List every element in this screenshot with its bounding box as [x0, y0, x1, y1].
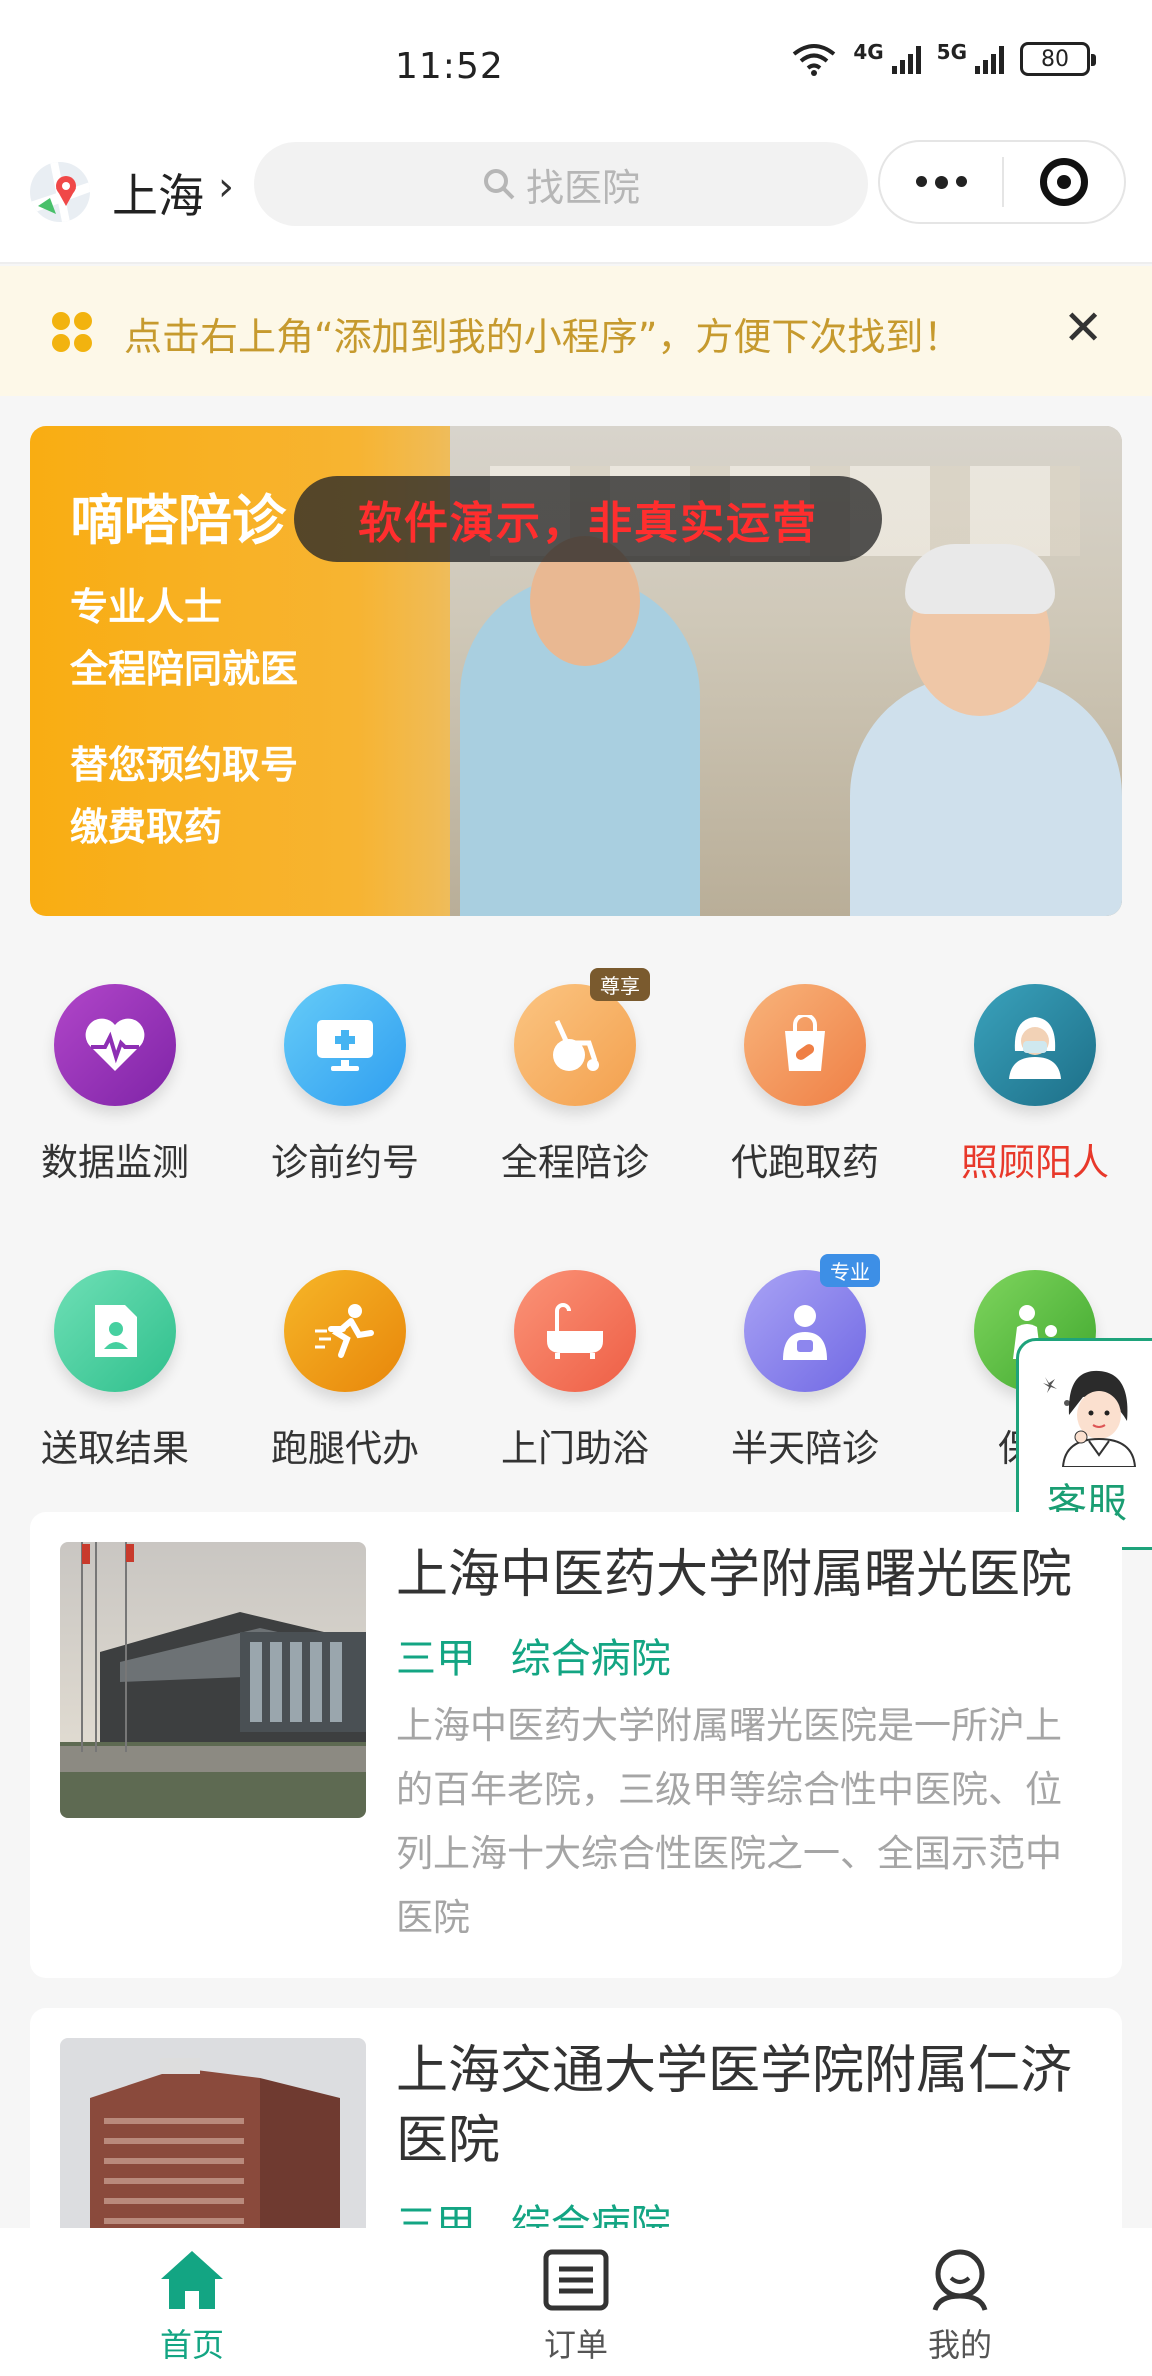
apps-grid-icon	[52, 312, 92, 352]
professional-tag: 专业	[820, 1254, 880, 1287]
service-appointment[interactable]: 诊前约号	[230, 984, 460, 1186]
service-label: 诊前约号	[271, 1141, 419, 1184]
map-location-icon[interactable]	[30, 162, 90, 222]
service-label: 跑腿代办	[271, 1427, 419, 1470]
banner-line: 专业人士	[70, 585, 223, 629]
hospital-level-tag: 三甲	[396, 1636, 476, 1682]
service-errand[interactable]: 跑腿代办	[230, 1270, 460, 1472]
target-close-icon	[1040, 158, 1088, 206]
service-label: 代跑取药	[731, 1141, 879, 1184]
heartbeat-icon	[54, 984, 176, 1106]
banner-line: 缴费取药	[70, 805, 223, 849]
tip-close-icon[interactable]: ✕	[1063, 304, 1103, 352]
report-icon	[54, 1270, 176, 1392]
hospital-card[interactable]: 上海中医药大学附属曙光医院 三甲 综合病院 上海中医药大学附属曙光医院是一所沪上…	[30, 1512, 1122, 1978]
search-input[interactable]: 找医院	[254, 142, 868, 226]
app-screen: 11:52 4G 5G 80 上海 › 找医院 点击右上角“添加到我的小程序”，…	[0, 0, 1152, 2376]
service-report-delivery[interactable]: 送取结果	[0, 1270, 230, 1472]
demo-watermark: 软件演示，非真实运营	[294, 476, 882, 562]
premium-tag: 尊享	[590, 968, 650, 1001]
search-placeholder: 找医院	[525, 165, 640, 210]
chevron-right-icon[interactable]: ›	[218, 164, 234, 210]
network-4g-label: 4G	[853, 40, 884, 64]
service-half-day[interactable]: 专业 半天陪诊	[690, 1254, 920, 1472]
runner-icon	[284, 1270, 406, 1392]
wifi-icon	[793, 44, 836, 76]
tab-orders[interactable]: 订单	[476, 2228, 676, 2366]
service-label: 半天陪诊	[731, 1427, 879, 1470]
battery-icon: 80	[1020, 42, 1096, 76]
hospital-tags: 三甲 综合病院	[396, 1626, 693, 1684]
tab-label: 我的	[927, 2326, 992, 2364]
service-care-patient[interactable]: 照顾阳人	[920, 984, 1150, 1186]
tip-text: 点击右上角“添加到我的小程序”，方便下次找到！	[124, 315, 962, 359]
service-label: 数据监测	[41, 1141, 189, 1184]
service-label: 照顾阳人	[961, 1141, 1109, 1184]
customer-service-agent-icon	[1043, 1370, 1137, 1467]
user-profile-icon	[925, 2246, 995, 2314]
service-label: 送取结果	[41, 1427, 189, 1470]
tab-label: 订单	[543, 2326, 608, 2364]
search-icon	[483, 169, 515, 200]
miniprogram-capsule	[878, 140, 1126, 224]
hospital-name: 上海交通大学医学院附属仁济医院	[396, 2041, 1073, 2171]
signal-5g-icon	[975, 44, 1004, 74]
patient-icon	[744, 1270, 866, 1392]
signal-4g-icon	[891, 44, 921, 74]
nurse-icon	[974, 984, 1096, 1106]
close-miniprogram-button[interactable]	[1004, 158, 1124, 206]
service-medicine-pickup[interactable]: 代跑取药	[690, 984, 920, 1186]
medicine-bag-icon	[744, 984, 866, 1106]
tab-label: 首页	[159, 2326, 224, 2364]
wheelchair-icon	[514, 984, 636, 1106]
service-label: 上门助浴	[501, 1427, 649, 1470]
city-selector[interactable]: 上海	[112, 160, 204, 226]
bottom-tab-bar: 首页 订单 我的	[0, 2228, 1152, 2376]
tab-mine[interactable]: 我的	[860, 2228, 1060, 2366]
promo-banner[interactable]: 嘀嗒陪诊 专业人士 全程陪同就医 替您预约取号 缴费取药 软件演示，非真实运营	[30, 426, 1122, 916]
banner-elder-hair	[905, 544, 1055, 614]
home-icon	[157, 2246, 227, 2314]
status-icons: 4G 5G 80	[791, 40, 1096, 76]
monitor-icon	[284, 984, 406, 1106]
tab-home[interactable]: 首页	[92, 2228, 292, 2366]
order-list-icon	[541, 2246, 611, 2314]
bathtub-icon	[514, 1270, 636, 1392]
hospital-photo	[60, 1542, 366, 1818]
network-5g-label: 5G	[936, 40, 967, 64]
status-bar: 11:52 4G 5G 80	[0, 0, 1152, 138]
banner-title: 嘀嗒陪诊	[70, 489, 286, 552]
banner-line: 全程陪同就医	[70, 647, 299, 691]
hospital-name: 上海中医药大学附属曙光医院	[396, 1545, 1073, 1605]
service-data-monitor[interactable]: 数据监测	[0, 984, 230, 1186]
service-full-escort[interactable]: 尊享 全程陪诊	[460, 968, 690, 1186]
banner-line: 替您预约取号	[70, 743, 299, 787]
service-label: 全程陪诊	[501, 1141, 649, 1184]
top-nav-bar: 上海 › 找医院	[0, 138, 1152, 264]
battery-level: 80	[1041, 46, 1069, 72]
status-time: 11:52	[395, 46, 504, 87]
more-menu-icon[interactable]	[880, 175, 1002, 189]
hospital-type-tag: 综合病院	[510, 1636, 671, 1682]
service-bath-assist[interactable]: 上门助浴	[460, 1270, 690, 1472]
add-miniprogram-tip: 点击右上角“添加到我的小程序”，方便下次找到！ ✕	[0, 266, 1152, 396]
hospital-description: 上海中医药大学附属曙光医院是一所沪上的百年老院，三级甲等综合性中医院、位列上海十…	[396, 1704, 1062, 1939]
